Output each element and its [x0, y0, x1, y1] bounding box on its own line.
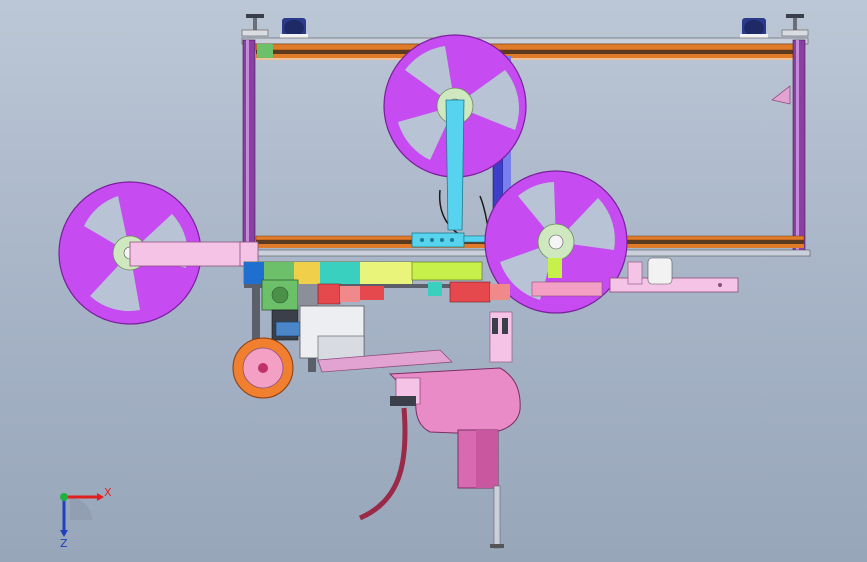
- z-axis-label: Z: [60, 537, 68, 550]
- machine-drawing: X Z: [58, 14, 811, 550]
- x-axis-label: X: [104, 486, 112, 499]
- top-mount-feet: [241, 14, 809, 40]
- y-axis-dot: [60, 493, 68, 501]
- cad-viewport[interactable]: X Z: [0, 0, 867, 562]
- orange-wheel: [232, 337, 294, 399]
- feeder-body: [358, 311, 521, 549]
- left-reel-arm: [129, 241, 259, 267]
- axis-triad: X Z: [60, 486, 112, 550]
